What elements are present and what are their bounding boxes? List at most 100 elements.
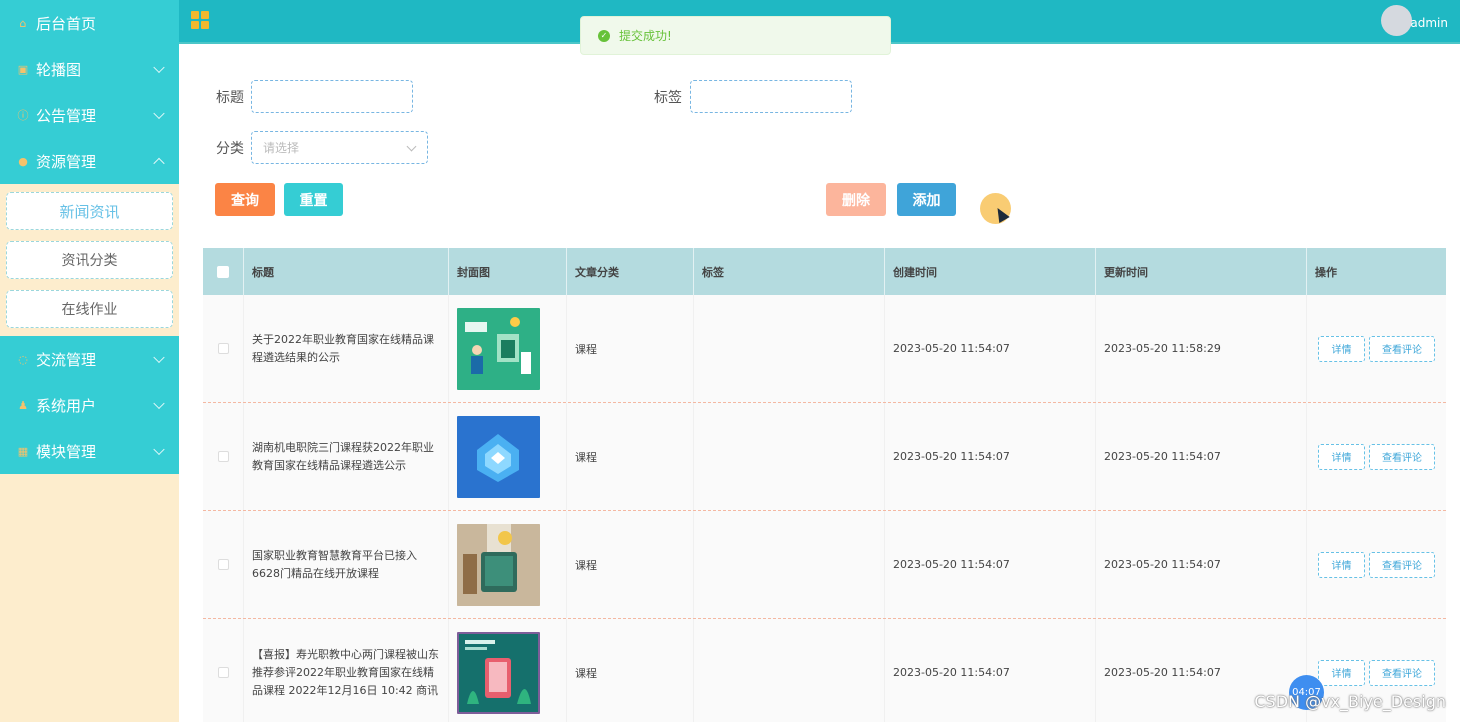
sidebar-item-label: 后台首页 xyxy=(36,14,97,33)
sidebar-item-notice[interactable]: ⓘ 公告管理 xyxy=(0,92,179,138)
image-icon: ▣ xyxy=(17,62,29,76)
submenu-item-news[interactable]: 新闻资讯 xyxy=(6,192,173,230)
sidebar-item-label: 轮播图 xyxy=(36,60,82,79)
row-checkbox[interactable] xyxy=(217,451,229,462)
sidebar: ⌂ 后台首页 ▣ 轮播图 ⓘ 公告管理 ● 资源管理 新闻资讯 资讯分类 在线作… xyxy=(0,0,179,722)
row-title: 湖南机电职院三门课程获2022年职业教育国家在线精品课程遴选公示 xyxy=(252,440,434,472)
chevron-down-icon xyxy=(153,107,165,120)
row-checkbox[interactable] xyxy=(217,343,229,354)
detail-button[interactable]: 详情 xyxy=(1318,443,1365,470)
created-cell: 2023-05-20 11:54:07 xyxy=(885,295,1096,402)
cover-cell xyxy=(449,511,567,618)
actions-cell: 详情 查看评论 xyxy=(1307,295,1446,402)
chevron-up-icon xyxy=(153,157,165,170)
header-created[interactable]: 创建时间 xyxy=(885,248,1096,295)
tag-input-wrap xyxy=(690,80,852,113)
chevron-down-icon xyxy=(406,141,417,152)
table-row: 国家职业教育智慧教育平台已接入6628门精品在线开放课程 课程 2023-05-… xyxy=(203,511,1446,619)
row-checkbox[interactable] xyxy=(217,667,229,678)
user-name[interactable]: admin xyxy=(1410,16,1448,30)
check-circle-icon: ✓ xyxy=(598,29,610,42)
row-category: 课程 xyxy=(575,342,597,356)
delete-button[interactable]: 删除 xyxy=(826,183,886,216)
sidebar-item-exchange[interactable]: ◌ 交流管理 xyxy=(0,336,179,382)
title-cell: 湖南机电职院三门课程获2022年职业教育国家在线精品课程遴选公示 xyxy=(244,403,449,510)
cover-illustration xyxy=(465,316,531,374)
submenu-item-news-category[interactable]: 资讯分类 xyxy=(6,241,173,279)
sidebar-item-label: 系统用户 xyxy=(36,396,97,415)
add-button[interactable]: 添加 xyxy=(897,183,956,216)
category-select-placeholder: 请选择 xyxy=(263,141,300,155)
cover-cell xyxy=(449,403,567,510)
sidebar-item-label: 交流管理 xyxy=(36,350,97,369)
tags-cell xyxy=(694,619,885,722)
select-all-checkbox[interactable] xyxy=(217,265,229,278)
title-input-wrap xyxy=(251,80,413,113)
sidebar-item-modules[interactable]: ▦ 模块管理 xyxy=(0,428,179,474)
header-select-all xyxy=(203,248,244,295)
tag-input[interactable] xyxy=(702,81,851,112)
view-comments-button[interactable]: 查看评论 xyxy=(1369,659,1435,686)
cover-image xyxy=(457,631,540,714)
row-updated: 2023-05-20 11:54:07 xyxy=(1104,450,1221,463)
view-comments-button[interactable]: 查看评论 xyxy=(1369,551,1435,578)
sidebar-item-home[interactable]: ⌂ 后台首页 xyxy=(0,0,179,46)
cover-cell xyxy=(449,619,567,722)
info-icon: ⓘ xyxy=(17,109,29,122)
title-cell: 国家职业教育智慧教育平台已接入6628门精品在线开放课程 xyxy=(244,511,449,618)
row-select-cell xyxy=(203,403,244,510)
table-header: 标题 封面图 文章分类 标签 创建时间 更新时间 操作 xyxy=(203,248,1446,295)
tags-cell xyxy=(694,511,885,618)
detail-button[interactable]: 详情 xyxy=(1318,659,1365,686)
row-created: 2023-05-20 11:54:07 xyxy=(893,342,1010,355)
actions-cell: 详情 查看评论 xyxy=(1307,511,1446,618)
title-label: 标题 xyxy=(216,90,244,106)
news-table: 标题 封面图 文章分类 标签 创建时间 更新时间 操作 关于2022年职业教育国… xyxy=(203,248,1446,722)
updated-cell: 2023-05-20 11:54:07 xyxy=(1096,403,1307,510)
view-comments-button[interactable]: 查看评论 xyxy=(1369,335,1435,362)
actions-cell: 详情 查看评论 xyxy=(1307,403,1446,510)
chat-icon: ◌ xyxy=(18,352,28,366)
category-select[interactable]: 请选择 xyxy=(251,131,428,164)
sidebar-item-label: 公告管理 xyxy=(36,106,97,125)
cover-image xyxy=(457,523,540,606)
cover-image xyxy=(457,307,540,390)
sidebar-item-system-users[interactable]: ♟ 系统用户 xyxy=(0,382,179,428)
grid-icon[interactable] xyxy=(191,11,209,29)
query-button[interactable]: 查询 xyxy=(215,183,275,216)
detail-button[interactable]: 详情 xyxy=(1318,335,1365,362)
tag-label: 标签 xyxy=(654,90,682,106)
row-updated: 2023-05-20 11:54:07 xyxy=(1104,666,1221,679)
header-category[interactable]: 文章分类 xyxy=(567,248,694,295)
sidebar-item-carousel[interactable]: ▣ 轮播图 xyxy=(0,46,179,92)
row-updated: 2023-05-20 11:54:07 xyxy=(1104,558,1221,571)
view-comments-button[interactable]: 查看评论 xyxy=(1369,443,1435,470)
submenu-item-homework[interactable]: 在线作业 xyxy=(6,290,173,328)
sidebar-item-label: 模块管理 xyxy=(36,442,97,461)
chevron-down-icon xyxy=(153,397,165,410)
category-cell: 课程 xyxy=(567,295,694,402)
sidebar-item-resources[interactable]: ● 资源管理 xyxy=(0,138,179,184)
header-cover: 封面图 xyxy=(449,248,567,295)
row-created: 2023-05-20 11:54:07 xyxy=(893,666,1010,679)
modules-icon: ▦ xyxy=(17,444,29,458)
detail-button[interactable]: 详情 xyxy=(1318,551,1365,578)
title-input[interactable] xyxy=(263,81,412,112)
bulb-icon: ● xyxy=(18,154,28,168)
reset-button[interactable]: 重置 xyxy=(284,183,343,216)
home-icon: ⌂ xyxy=(19,16,27,30)
row-select-cell xyxy=(203,511,244,618)
cover-illustration xyxy=(477,433,519,482)
title-cell: 关于2022年职业教育国家在线精品课程遴选结果的公示 xyxy=(244,295,449,402)
header-title[interactable]: 标题 xyxy=(244,248,449,295)
created-cell: 2023-05-20 11:54:07 xyxy=(885,619,1096,722)
category-cell: 课程 xyxy=(567,511,694,618)
row-created: 2023-05-20 11:54:07 xyxy=(893,558,1010,571)
row-checkbox[interactable] xyxy=(217,559,229,570)
category-cell: 课程 xyxy=(567,403,694,510)
header-updated[interactable]: 更新时间 xyxy=(1096,248,1307,295)
updated-cell: 2023-05-20 11:58:29 xyxy=(1096,295,1307,402)
cover-illustration xyxy=(457,523,540,606)
category-cell: 课程 xyxy=(567,619,694,722)
avatar[interactable] xyxy=(1381,5,1412,36)
